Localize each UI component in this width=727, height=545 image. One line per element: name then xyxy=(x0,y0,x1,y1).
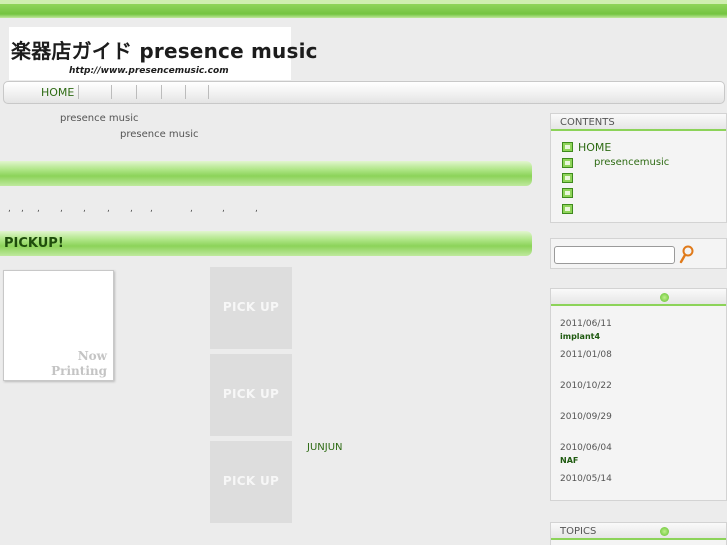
topics-box: TOPICS xyxy=(550,522,727,545)
mail-icon[interactable] xyxy=(562,204,573,214)
news-date: 2010/06/04 xyxy=(560,443,612,453)
intro-text: presence music xyxy=(60,113,139,124)
contents-header: CONTENTS xyxy=(551,114,726,131)
contents-item-home[interactable]: HOME xyxy=(578,141,611,154)
contents-item-presencemusic[interactable]: presencemusic xyxy=(594,157,669,168)
topics-header: TOPICS xyxy=(551,523,726,540)
global-nav: HOME xyxy=(3,81,725,104)
now-printing-image[interactable]: Now Printing xyxy=(3,270,114,381)
logo-title: 楽器店ガイド presence music xyxy=(11,39,318,63)
bullet-icon xyxy=(660,293,669,302)
site-logo[interactable]: 楽器店ガイド presence music http://www.presenc… xyxy=(9,27,318,80)
separator-comma: , xyxy=(107,204,110,214)
intro-text: presence music xyxy=(120,129,199,140)
news-date: 2011/06/11 xyxy=(560,319,612,329)
separator-comma: , xyxy=(21,204,24,214)
pickup-badge-text: PICK UP xyxy=(222,474,280,488)
search-icon[interactable] xyxy=(679,245,695,264)
pickup-image[interactable]: PICK UP xyxy=(210,354,292,436)
news-title[interactable]: NAF xyxy=(560,456,578,465)
top-green-band xyxy=(0,0,727,18)
separator-comma: , xyxy=(60,204,63,214)
now-printing-text: Now xyxy=(77,349,107,363)
separator-comma: , xyxy=(150,204,153,214)
nav-separator xyxy=(78,85,79,99)
contents-heading: CONTENTS xyxy=(560,117,615,128)
now-printing-text: Printing xyxy=(51,364,107,378)
mail-icon xyxy=(562,142,573,152)
separator-comma: , xyxy=(222,204,225,214)
news-date: 2010/10/22 xyxy=(560,381,612,391)
nav-home[interactable]: HOME xyxy=(41,86,74,99)
nav-separator xyxy=(208,85,209,99)
pickup-badge-text: PICK UP xyxy=(222,387,280,401)
search-input[interactable] xyxy=(554,246,675,264)
nav-separator xyxy=(111,85,112,99)
section-bar xyxy=(0,161,532,186)
pickup-heading: PICKUP! xyxy=(4,236,64,251)
mail-icon[interactable] xyxy=(562,188,573,198)
mail-icon xyxy=(562,158,573,168)
pickup-image[interactable]: PICK UP xyxy=(210,441,292,523)
logo-url: http://www.presencemusic.com xyxy=(69,66,229,76)
nav-separator xyxy=(136,85,137,99)
bullet-icon xyxy=(660,527,669,536)
pickup-badge-text: PICK UP xyxy=(222,300,280,314)
news-date: 2010/05/14 xyxy=(560,474,612,484)
news-header xyxy=(551,289,726,306)
separator-comma: , xyxy=(130,204,133,214)
pickup-image[interactable]: PICK UP xyxy=(210,267,292,349)
pickup-link-junjun[interactable]: JUNJUN xyxy=(307,442,343,453)
contents-box: CONTENTS HOME presencemusic xyxy=(550,113,727,223)
nav-separator xyxy=(185,85,186,99)
mail-icon[interactable] xyxy=(562,173,573,183)
separator-comma: , xyxy=(190,204,193,214)
nav-separator xyxy=(161,85,162,99)
news-date: 2011/01/08 xyxy=(560,350,612,360)
separator-comma: , xyxy=(83,204,86,214)
separator-comma: , xyxy=(37,204,40,214)
news-date: 2010/09/29 xyxy=(560,412,612,422)
separator-comma: , xyxy=(8,204,11,214)
topics-heading: TOPICS xyxy=(560,526,597,537)
news-title[interactable]: implant4 xyxy=(560,332,600,341)
pickup-heading-bar: PICKUP! xyxy=(0,231,532,256)
separator-comma: , xyxy=(255,204,258,214)
